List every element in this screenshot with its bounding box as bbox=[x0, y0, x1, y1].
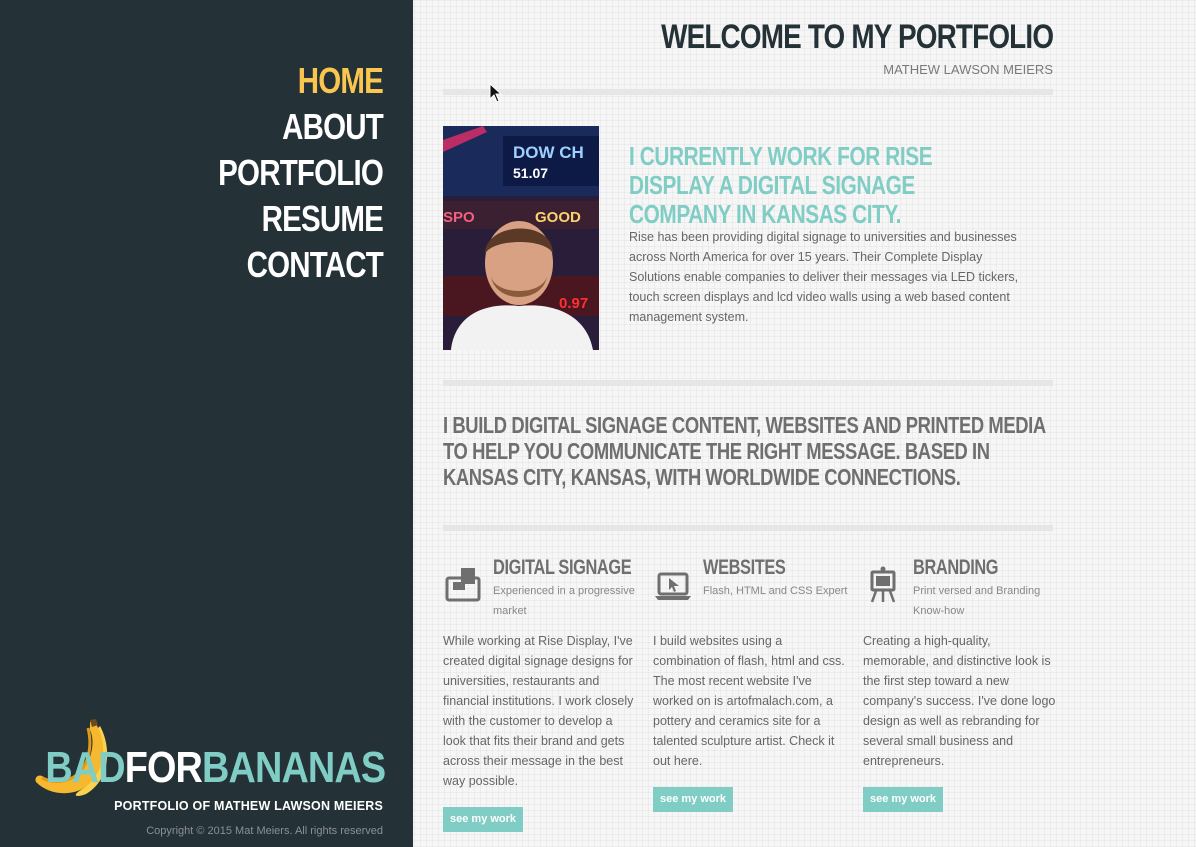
see-my-work-button[interactable]: see my work bbox=[443, 807, 524, 832]
svg-text:0.97: 0.97 bbox=[559, 295, 588, 312]
mission-statement: I BUILD DIGITAL SIGNAGE CONTENT, WEBSITE… bbox=[443, 412, 1046, 490]
main-nav: HOME ABOUT PORTFOLIO RESUME CONTACT bbox=[182, 58, 384, 288]
nav-item-contact[interactable]: CONTACT bbox=[218, 242, 384, 288]
service-subtitle: Flash, HTML and CSS Expert bbox=[703, 585, 848, 597]
service-title: WEBSITES bbox=[703, 556, 786, 579]
nav-item-about[interactable]: ABOUT bbox=[218, 104, 384, 150]
service-description: Creating a high-quality, memorable, and … bbox=[863, 634, 1056, 768]
brand-tagline: PORTFOLIO OF MATHEW LAWSON MEIERS bbox=[114, 799, 383, 813]
service-subtitle: Experienced in a progressive market bbox=[493, 585, 635, 617]
sidebar: HOME ABOUT PORTFOLIO RESUME CONTACT BADF… bbox=[0, 0, 413, 847]
page-title: WELCOME TO MY PORTFOLIO bbox=[660, 18, 1054, 56]
logo-part-bad: BAD bbox=[45, 743, 125, 792]
nav-item-home[interactable]: HOME bbox=[218, 58, 384, 104]
signage-icon bbox=[445, 568, 481, 602]
service-description: While working at Rise Display, I've crea… bbox=[443, 634, 634, 788]
divider bbox=[443, 380, 1053, 386]
service-title: BRANDING bbox=[913, 556, 999, 579]
divider bbox=[443, 89, 1053, 95]
easel-icon bbox=[870, 566, 896, 603]
mouse-cursor-icon bbox=[489, 83, 503, 103]
nav-item-resume[interactable]: RESUME bbox=[218, 196, 384, 242]
site-logo[interactable]: BADFORBANANAS bbox=[30, 718, 386, 798]
logo-part-for: FOR bbox=[124, 743, 203, 792]
page-subtitle: MATHEW LAWSON MEIERS bbox=[883, 62, 1053, 77]
svg-text:GOOD: GOOD bbox=[535, 209, 581, 226]
svg-text:51.07: 51.07 bbox=[513, 165, 548, 181]
logo-part-bananas: BANANAS bbox=[201, 743, 386, 792]
logo-wordmark: BADFORBANANAS bbox=[45, 743, 386, 792]
service-description: I build websites using a combination of … bbox=[653, 634, 845, 768]
service-subtitle: Print versed and Branding Know-how bbox=[913, 585, 1041, 617]
see-my-work-button[interactable]: see my work bbox=[863, 787, 944, 812]
laptop-icon bbox=[655, 572, 691, 600]
intro-text: Rise has been providing digital signage … bbox=[629, 230, 1019, 324]
service-title: DIGITAL SIGNAGE bbox=[493, 556, 632, 579]
divider bbox=[443, 525, 1053, 531]
svg-text:SPO: SPO bbox=[443, 209, 475, 226]
svg-text:DOW CH: DOW CH bbox=[513, 143, 584, 162]
see-my-work-button[interactable]: see my work bbox=[653, 787, 734, 812]
services-section: DIGITAL SIGNAGE Experienced in a progres… bbox=[443, 556, 1063, 846]
profile-photo: DOW CH 51.07 SPO GOOD 0.97 bbox=[443, 126, 599, 350]
nav-item-portfolio[interactable]: PORTFOLIO bbox=[218, 150, 384, 196]
intro-heading: I CURRENTLY WORK FOR RISE DISPLAY A DIGI… bbox=[629, 141, 933, 229]
copyright: Copyright © 2015 Mat Meiers. All rights … bbox=[146, 825, 383, 837]
